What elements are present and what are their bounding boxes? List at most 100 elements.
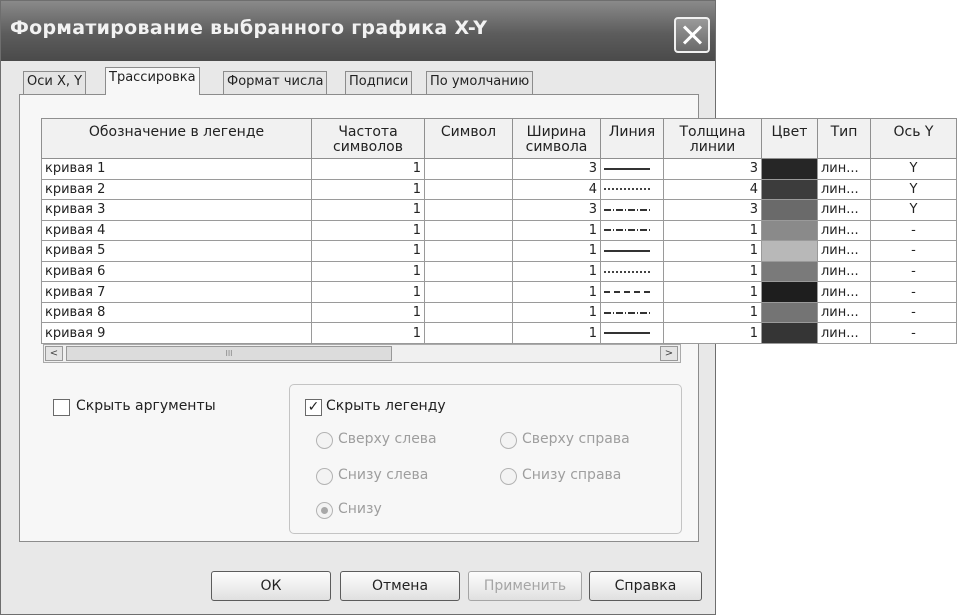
trace-type-cell[interactable]: лин...	[817, 199, 871, 221]
symbol-freq-cell[interactable]: 1	[311, 240, 425, 262]
hide-args-label[interactable]: Скрыть аргументы	[76, 398, 216, 414]
legend-name-cell[interactable]: кривая 4	[41, 219, 312, 242]
col-header-line-weight[interactable]: Толщина линии	[663, 118, 762, 159]
symbol-cell[interactable]	[424, 178, 513, 201]
horizontal-scrollbar[interactable]: < III >	[43, 344, 681, 363]
y-axis-cell[interactable]: -	[870, 322, 957, 344]
trace-type-cell[interactable]: лин...	[817, 301, 871, 324]
legend-name-cell[interactable]: кривая 1	[41, 158, 312, 180]
line-weight-cell[interactable]: 1	[663, 240, 762, 262]
symbol-cell[interactable]	[424, 322, 513, 344]
trace-type-cell[interactable]: лин...	[817, 322, 871, 344]
col-header-symbol-width[interactable]: Ширина символа	[512, 118, 601, 159]
line-style-cell[interactable]	[600, 240, 664, 262]
line-style-cell[interactable]	[600, 158, 664, 180]
scroll-left-icon[interactable]: <	[45, 346, 63, 361]
y-axis-cell[interactable]: -	[870, 240, 957, 262]
line-weight-cell[interactable]: 1	[663, 219, 762, 242]
symbol-width-cell[interactable]: 1	[512, 301, 601, 324]
col-header-color[interactable]: Цвет	[761, 118, 818, 159]
color-cell[interactable]	[761, 240, 818, 262]
line-style-cell[interactable]	[600, 178, 664, 201]
y-axis-cell[interactable]: -	[870, 260, 957, 283]
color-cell[interactable]	[761, 322, 818, 344]
line-style-cell[interactable]	[600, 260, 664, 283]
line-weight-cell[interactable]: 1	[663, 260, 762, 283]
symbol-freq-cell[interactable]: 1	[311, 281, 425, 303]
radio-top-left-label[interactable]: Сверху слева	[338, 431, 437, 447]
hide-legend-checkbox[interactable]: ✓	[305, 399, 322, 416]
radio-bottom-right[interactable]	[500, 468, 517, 485]
line-weight-cell[interactable]: 1	[663, 322, 762, 344]
line-weight-cell[interactable]: 3	[663, 199, 762, 221]
trace-type-cell[interactable]: лин...	[817, 219, 871, 242]
trace-type-cell[interactable]: лин...	[817, 178, 871, 201]
scroll-thumb[interactable]: III	[66, 346, 392, 361]
line-style-cell[interactable]	[600, 281, 664, 303]
color-cell[interactable]	[761, 178, 818, 201]
tab-number-format[interactable]: Формат числа	[223, 71, 328, 94]
symbol-cell[interactable]	[424, 199, 513, 221]
symbol-width-cell[interactable]: 1	[512, 281, 601, 303]
legend-name-cell[interactable]: кривая 2	[41, 178, 312, 201]
symbol-freq-cell[interactable]: 1	[311, 219, 425, 242]
table-row[interactable]: кривая 2 1 4 4 лин... Y	[41, 178, 957, 201]
table-row[interactable]: кривая 7 1 1 1 лин... -	[41, 281, 957, 303]
symbol-freq-cell[interactable]: 1	[311, 301, 425, 324]
table-row[interactable]: кривая 5 1 1 1 лин... -	[41, 240, 957, 262]
symbol-cell[interactable]	[424, 301, 513, 324]
col-header-legend[interactable]: Обозначение в легенде	[41, 118, 312, 159]
line-style-cell[interactable]	[600, 322, 664, 344]
apply-button[interactable]: Применить	[468, 571, 582, 601]
symbol-cell[interactable]	[424, 219, 513, 242]
line-weight-cell[interactable]: 4	[663, 178, 762, 201]
legend-name-cell[interactable]: кривая 6	[41, 260, 312, 283]
symbol-cell[interactable]	[424, 260, 513, 283]
color-cell[interactable]	[761, 219, 818, 242]
line-weight-cell[interactable]: 1	[663, 301, 762, 324]
y-axis-cell[interactable]: -	[870, 219, 957, 242]
tab-labels[interactable]: Подписи	[345, 71, 413, 94]
y-axis-cell[interactable]: Y	[870, 158, 957, 180]
hide-args-checkbox[interactable]	[53, 399, 70, 416]
trace-type-cell[interactable]: лин...	[817, 281, 871, 303]
table-row[interactable]: кривая 1 1 3 3 лин... Y	[41, 158, 957, 180]
color-cell[interactable]	[761, 260, 818, 283]
y-axis-cell[interactable]: Y	[870, 178, 957, 201]
line-style-cell[interactable]	[600, 199, 664, 221]
table-row[interactable]: кривая 8 1 1 1 лин... -	[41, 301, 957, 324]
symbol-width-cell[interactable]: 1	[512, 260, 601, 283]
radio-bottom-label[interactable]: Снизу	[338, 501, 382, 517]
tab-axes-xy[interactable]: Оси X, Y	[23, 71, 87, 94]
radio-top-right-label[interactable]: Сверху справа	[522, 431, 630, 447]
symbol-width-cell[interactable]: 3	[512, 199, 601, 221]
symbol-freq-cell[interactable]: 1	[311, 158, 425, 180]
legend-name-cell[interactable]: кривая 9	[41, 322, 312, 344]
radio-bottom-left-label[interactable]: Снизу слева	[338, 467, 428, 483]
col-header-y-axis[interactable]: Ось Y	[870, 118, 957, 159]
cancel-button[interactable]: Отмена	[340, 571, 460, 601]
col-header-type[interactable]: Тип	[817, 118, 871, 159]
table-row[interactable]: кривая 4 1 1 1 лин... -	[41, 219, 957, 242]
symbol-freq-cell[interactable]: 1	[311, 322, 425, 344]
symbol-width-cell[interactable]: 1	[512, 219, 601, 242]
radio-top-right[interactable]	[500, 432, 517, 449]
radio-bottom-left[interactable]	[316, 468, 333, 485]
symbol-freq-cell[interactable]: 1	[311, 178, 425, 201]
symbol-width-cell[interactable]: 3	[512, 158, 601, 180]
color-cell[interactable]	[761, 281, 818, 303]
y-axis-cell[interactable]: -	[870, 301, 957, 324]
symbol-cell[interactable]	[424, 158, 513, 180]
table-row[interactable]: кривая 6 1 1 1 лин... -	[41, 260, 957, 283]
color-cell[interactable]	[761, 158, 818, 180]
radio-bottom[interactable]	[316, 502, 333, 519]
col-header-symbol-freq[interactable]: Частота символов	[311, 118, 425, 159]
line-weight-cell[interactable]: 3	[663, 158, 762, 180]
col-header-symbol[interactable]: Символ	[424, 118, 513, 159]
hide-legend-label[interactable]: Скрыть легенду	[326, 398, 446, 414]
tab-defaults[interactable]: По умолчанию	[426, 71, 534, 94]
y-axis-cell[interactable]: -	[870, 281, 957, 303]
symbol-width-cell[interactable]: 1	[512, 322, 601, 344]
color-cell[interactable]	[761, 301, 818, 324]
table-row[interactable]: кривая 9 1 1 1 лин... -	[41, 322, 957, 344]
